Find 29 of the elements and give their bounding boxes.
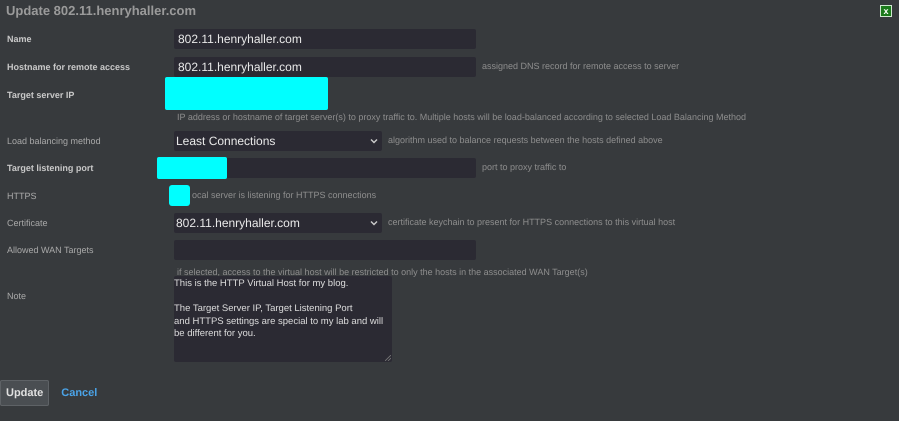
- close-button[interactable]: x: [880, 5, 892, 17]
- field-hint: if selected, access to the virtual host will be restricted to only the hosts in the associated WAN Target(s): [177, 266, 588, 279]
- update-button[interactable]: Update: [0, 380, 50, 406]
- field-label: Hostname for remote access: [6, 61, 132, 74]
- field-label: Name: [6, 33, 33, 46]
- dialog-title: Update 802.11.henryhaller.com: [6, 2, 196, 20]
- text-field[interactable]: 802.11.henryhaller.com: [174, 57, 476, 77]
- field-hint: IP address or hostname of target server(s) to proxy traffic to. Multiple hosts will be load-balanced according to selected Load Balancing Method: [177, 111, 746, 124]
- cancel-link[interactable]: Cancel: [61, 384, 98, 402]
- chevron-down-icon: [370, 138, 378, 144]
- field-hint: algorithm used to balance requests between the hosts defined above: [388, 134, 663, 147]
- resize-grip-icon[interactable]: [385, 355, 391, 361]
- text-field[interactable]: [227, 158, 476, 178]
- field-hint: certificate keychain to present for HTTPS connections to this virtual host: [388, 216, 676, 229]
- chevron-down-icon: [370, 220, 378, 226]
- field-label: Target server IP: [6, 89, 76, 102]
- note-textarea[interactable]: This is the HTTP Virtual Host for my blog. The Target Server IP, Target Listening Port and HTTPS settings are special to my lab and will be different for you.: [174, 276, 392, 362]
- text-field[interactable]: 802.11.henryhaller.com: [174, 29, 476, 49]
- field-hint: port to proxy traffic to: [482, 161, 566, 174]
- field-label: Certificate: [6, 217, 49, 230]
- field-label: Note: [6, 290, 28, 303]
- field-hint: assigned DNS record for remote access to server: [482, 60, 680, 74]
- field-label: HTTPS: [6, 190, 38, 203]
- field-hint: ocal server is listening for HTTPS connections: [192, 188, 376, 202]
- dropdown[interactable]: Least Connections: [174, 130, 382, 150]
- field-label: Target listening port: [6, 162, 94, 175]
- field-label: Allowed WAN Targets: [6, 244, 95, 257]
- dropdown[interactable]: 802.11.henryhaller.com: [174, 212, 382, 232]
- field-label: Load balancing method: [6, 135, 102, 148]
